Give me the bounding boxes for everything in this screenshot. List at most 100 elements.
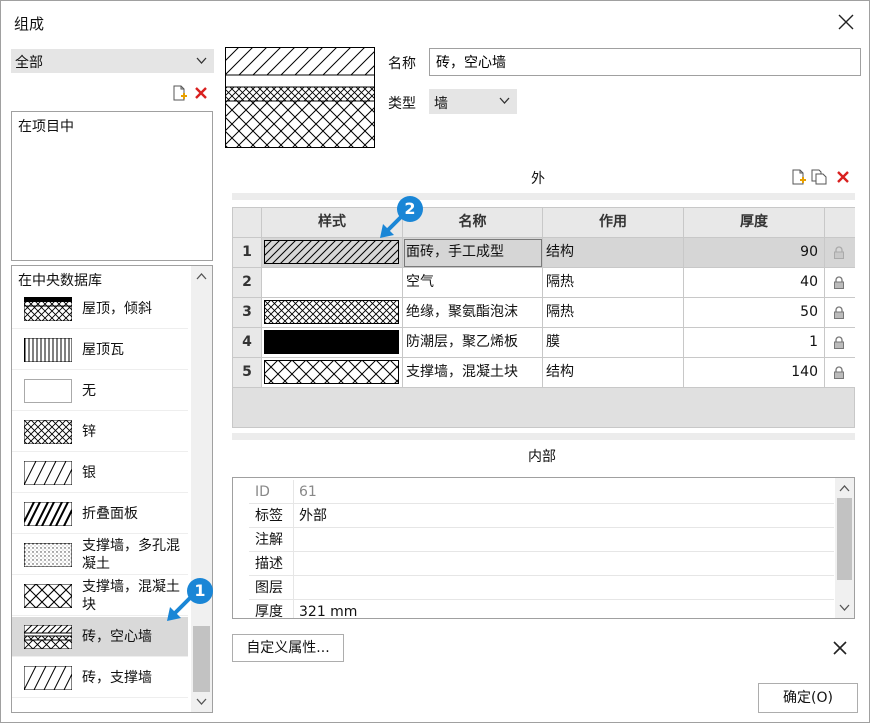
column-header-lock <box>825 208 855 238</box>
project-list-item[interactable]: 在项目中 <box>18 116 74 136</box>
row-lock-cell[interactable] <box>825 268 855 298</box>
scroll-down-icon[interactable] <box>839 604 850 612</box>
library-item[interactable]: 银 <box>12 453 188 493</box>
library-item[interactable]: 锌 <box>12 412 188 452</box>
library-scrollbar[interactable] <box>191 266 212 712</box>
property-value[interactable] <box>294 552 834 576</box>
lock-icon <box>834 306 844 319</box>
scroll-up-icon[interactable] <box>839 484 850 492</box>
properties-scrollbar[interactable] <box>835 478 854 618</box>
add-layer-icon[interactable] <box>790 169 806 185</box>
type-label: 类型 <box>388 96 416 112</box>
library-item[interactable]: 折叠面板 <box>12 494 188 534</box>
property-value: 321 mm <box>294 600 834 618</box>
row-number[interactable]: 2 <box>233 268 262 298</box>
library-item[interactable]: 无 <box>12 371 188 411</box>
zinc-pattern-icon <box>24 420 72 444</box>
close-icon[interactable] <box>837 13 855 31</box>
row-name-cell[interactable]: 防潮层，聚乙烯板 <box>403 328 543 358</box>
dialog-title: 组成 <box>14 15 45 33</box>
property-key: 厚度 <box>249 600 294 618</box>
row-role-cell[interactable]: 结构 <box>543 358 684 388</box>
row-number[interactable]: 5 <box>233 358 262 388</box>
library-item[interactable]: 屋顶，倾斜 <box>12 289 188 329</box>
property-value[interactable] <box>294 528 834 552</box>
delete-icon[interactable] <box>193 85 209 101</box>
row-style-swatch[interactable] <box>262 268 403 298</box>
ok-button[interactable]: 确定(O) <box>758 683 858 713</box>
library-item-label: 银 <box>82 465 96 481</box>
outer-label: 外 <box>531 171 545 187</box>
row-role-cell[interactable]: 膜 <box>543 328 684 358</box>
add-document-icon[interactable] <box>171 85 187 101</box>
project-list[interactable]: 在项目中 <box>11 111 213 261</box>
callout-badge-1: 1 <box>187 578 213 604</box>
filter-dropdown[interactable]: 全部 <box>11 49 214 73</box>
row-name-cell[interactable]: 支撑墙，混凝土块 <box>403 358 543 388</box>
library-scroll-thumb[interactable] <box>193 626 210 692</box>
column-header-name[interactable]: 名称 <box>403 208 543 238</box>
cavity-brick-pattern-icon <box>24 625 72 649</box>
scroll-up-icon[interactable] <box>196 272 207 280</box>
property-value[interactable]: 外部 <box>294 504 834 528</box>
scroll-down-icon[interactable] <box>196 698 207 706</box>
row-lock-cell[interactable] <box>825 298 855 328</box>
row-name-cell[interactable]: 绝缘，聚氨酯泡沫 <box>403 298 543 328</box>
row-number[interactable]: 3 <box>233 298 262 328</box>
row-style-swatch[interactable] <box>262 298 403 328</box>
row-name-cell[interactable]: 空气 <box>403 268 543 298</box>
library-item-label: 支撑墙，多孔混凝土 <box>82 538 180 572</box>
roof-tile-pattern-icon <box>24 338 72 362</box>
row-style-swatch[interactable] <box>262 328 403 358</box>
column-header-thickness[interactable]: 厚度 <box>684 208 825 238</box>
library-item[interactable]: 支撑墙，混凝土块 <box>12 576 188 616</box>
copy-icon[interactable] <box>811 169 827 185</box>
delete-icon[interactable] <box>835 169 851 185</box>
brick-bearing-pattern-icon <box>24 666 72 690</box>
row-lock-cell[interactable] <box>825 358 855 388</box>
property-value[interactable] <box>294 576 834 600</box>
property-value: 61 <box>294 480 834 504</box>
lock-icon <box>834 336 844 349</box>
row-number[interactable]: 1 <box>233 238 262 268</box>
library-item-label: 无 <box>82 383 96 399</box>
lock-icon <box>834 276 844 289</box>
property-key: 图层 <box>249 576 294 600</box>
library-item-label: 锌 <box>82 424 96 440</box>
row-thickness-cell[interactable]: 1 <box>684 328 825 358</box>
outer-separator <box>232 193 855 200</box>
row-style-swatch[interactable] <box>262 238 403 268</box>
row-role-cell[interactable]: 隔热 <box>543 298 684 328</box>
row-lock-cell[interactable] <box>825 238 855 268</box>
layer-grid: 样式 名称 作用 厚度 1 面砖，手工成型 结构 90 2 空气 隔热 40 3… <box>232 207 855 428</box>
library-item-selected[interactable]: 砖，空心墙 <box>12 617 188 657</box>
callout-badge-2: 2 <box>397 196 423 222</box>
empty-pattern-icon <box>24 379 72 403</box>
row-lock-cell[interactable] <box>825 328 855 358</box>
close-icon[interactable] <box>833 641 847 655</box>
library-item[interactable]: 砖，支撑墙 <box>12 658 188 698</box>
chevron-down-icon <box>499 97 510 104</box>
library-item-label: 折叠面板 <box>82 506 138 522</box>
library-item[interactable]: 支撑墙，多孔混凝土 <box>12 535 188 575</box>
row-style-swatch[interactable] <box>262 358 403 388</box>
row-role-cell[interactable]: 结构 <box>543 238 684 268</box>
row-thickness-cell[interactable]: 140 <box>684 358 825 388</box>
row-number[interactable]: 4 <box>233 328 262 358</box>
concrete-block-pattern-icon <box>24 584 72 608</box>
row-name-cell[interactable]: 面砖，手工成型 <box>403 238 543 268</box>
lock-icon <box>834 366 844 379</box>
library-item-label: 屋顶，倾斜 <box>82 301 152 317</box>
row-thickness-cell[interactable]: 40 <box>684 268 825 298</box>
type-dropdown[interactable]: 墙 <box>429 89 517 114</box>
name-input[interactable] <box>429 48 861 76</box>
row-role-cell[interactable]: 隔热 <box>543 268 684 298</box>
library-item[interactable]: 屋顶瓦 <box>12 330 188 370</box>
row-thickness-cell[interactable]: 90 <box>684 238 825 268</box>
custom-properties-button[interactable]: 自定义属性... <box>232 634 344 662</box>
type-value: 墙 <box>434 96 448 112</box>
properties-scroll-thumb[interactable] <box>837 498 852 580</box>
column-header-role[interactable]: 作用 <box>543 208 684 238</box>
composition-dialog: 组成 全部 在项目中 在中央数据库 屋顶，倾斜 屋顶瓦 无 锌 银 折叠面板 支… <box>0 0 870 723</box>
row-thickness-cell[interactable]: 50 <box>684 298 825 328</box>
